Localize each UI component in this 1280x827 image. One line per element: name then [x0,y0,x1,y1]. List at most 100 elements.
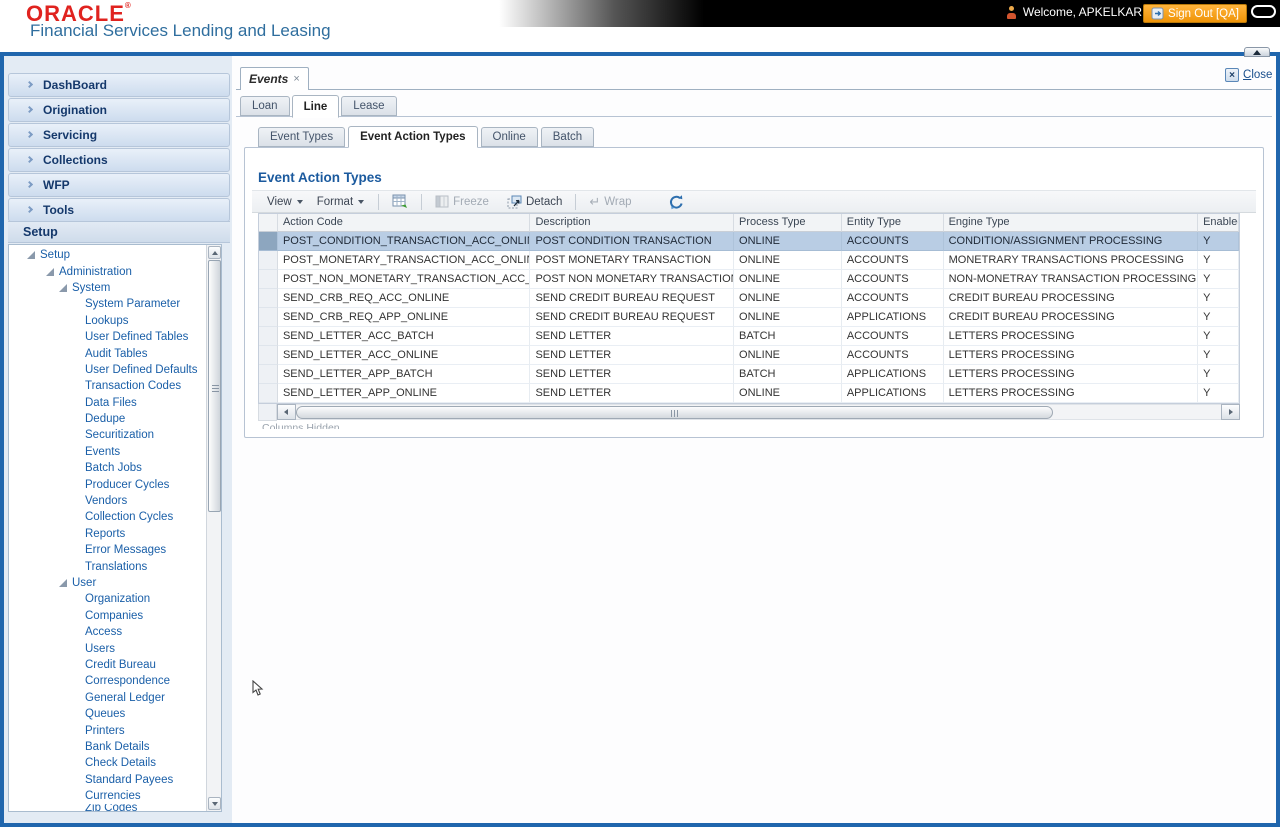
sidebar-item-servicing[interactable]: Servicing [8,123,230,147]
tree-item-dedupe[interactable]: Dedupe [9,411,205,427]
tab-close-icon[interactable]: × [293,73,299,85]
expanded-node-icon[interactable] [27,251,35,260]
tree-item-bank-details[interactable]: Bank Details [9,739,205,755]
sidebar-item-wfp[interactable]: WFP [8,173,230,197]
tree-item-companies[interactable]: Companies [9,608,205,624]
tree-item-vendors[interactable]: Vendors [9,493,205,509]
scroll-right-button[interactable] [1221,404,1240,420]
view-menu-button[interactable]: View [260,196,310,208]
tab-line[interactable]: Line [291,95,340,118]
tree-item-system-parameter[interactable]: System Parameter [9,296,205,312]
tab-batch[interactable]: Batch [540,127,595,147]
tree-item-securitization[interactable]: Securitization [9,427,205,443]
tree-item-data-files[interactable]: Data Files [9,395,205,411]
table-row-selected[interactable]: POST_CONDITION_TRANSACTION_ACC_ONLINE PO… [259,232,1239,251]
table-row[interactable]: SEND_LETTER_ACC_BATCH SEND LETTER BATCH … [259,327,1239,346]
column-header-action-code[interactable]: Action Code [277,214,531,232]
scrollbar-thumb[interactable] [295,406,1053,419]
tree-item-translations[interactable]: Translations [9,558,205,574]
detach-button[interactable]: Detach [501,195,568,209]
sidebar-item-dashboard[interactable]: DashBoard [8,73,230,97]
scroll-left-button[interactable] [276,404,296,420]
row-selector[interactable] [259,365,278,384]
row-selector[interactable] [259,384,278,403]
sidebar-item-tools[interactable]: Tools [8,198,230,222]
table-row[interactable]: POST_NON_MONETARY_TRANSACTION_ACC_ON... … [259,270,1239,289]
tree-item-batch-jobs[interactable]: Batch Jobs [9,460,205,476]
tree-item-access[interactable]: Access [9,624,205,640]
tree-item-user[interactable]: User [9,575,205,591]
row-selector[interactable] [259,346,278,365]
sidebar-item-origination[interactable]: Origination [8,98,230,122]
tree-scrollbar[interactable] [206,245,221,811]
column-header-entity-type[interactable]: Entity Type [841,214,944,232]
row-selector[interactable] [259,327,278,346]
tab-event-action-types[interactable]: Event Action Types [348,126,478,148]
expanded-node-icon[interactable] [46,267,54,276]
expanded-node-icon[interactable] [59,283,67,292]
scroll-down-button[interactable] [208,797,221,810]
wrap-button[interactable]: ↵ Wrap [583,194,637,210]
row-selector[interactable] [259,232,278,251]
tree-item-system[interactable]: System [9,280,205,296]
sidebar-item-setup[interactable]: Setup [8,221,230,243]
tree-item-user-defined-defaults[interactable]: User Defined Defaults [9,362,205,378]
tree-item-producer-cycles[interactable]: Producer Cycles [9,476,205,492]
row-selector[interactable] [259,289,278,308]
tree-item-clipped[interactable]: Zip Codes [9,804,205,811]
close-button[interactable]: × Close [1225,68,1272,82]
tab-events[interactable]: Events × [240,67,309,90]
column-header-process-type[interactable]: Process Type [734,214,842,232]
tree-item-standard-payees[interactable]: Standard Payees [9,772,205,788]
column-header-enabled[interactable]: Enabled [1198,214,1239,232]
expanded-node-icon[interactable] [59,579,67,587]
sidebar-item-collections[interactable]: Collections [8,148,230,172]
tree-item-transaction-codes[interactable]: Transaction Codes [9,378,205,394]
row-selector[interactable] [259,251,278,270]
row-selector[interactable] [259,308,278,327]
sign-out-button[interactable]: Sign Out [QA] [1143,4,1247,23]
tree-item-general-ledger[interactable]: General Ledger [9,690,205,706]
table-row[interactable]: SEND_LETTER_APP_ONLINE SEND LETTER ONLIN… [259,384,1239,403]
scrollbar-track[interactable] [295,404,1222,420]
tab-online[interactable]: Online [480,127,538,147]
row-selector[interactable] [259,270,278,289]
oval-icon[interactable] [1251,5,1276,18]
format-menu-button[interactable]: Format [310,196,371,208]
tree-item-queues[interactable]: Queues [9,706,205,722]
tree-item-setup[interactable]: Setup [9,247,205,263]
query-by-example-button[interactable] [386,194,414,209]
tree-item-credit-bureau[interactable]: Credit Bureau [9,657,205,673]
tree-item-printers[interactable]: Printers [9,722,205,738]
table-row[interactable]: SEND_CRB_REQ_ACC_ONLINE SEND CREDIT BURE… [259,289,1239,308]
tree-item-user-defined-tables[interactable]: User Defined Tables [9,329,205,345]
tree-item-events[interactable]: Events [9,444,205,460]
tree-item-reports[interactable]: Reports [9,526,205,542]
table-row[interactable]: SEND_LETTER_ACC_ONLINE SEND LETTER ONLIN… [259,346,1239,365]
tree-item-audit-tables[interactable]: Audit Tables [9,345,205,361]
tab-loan[interactable]: Loan [240,96,290,116]
freeze-button[interactable]: Freeze [429,195,495,208]
column-header-description[interactable]: Description [530,214,735,232]
tree-item-organization[interactable]: Organization [9,591,205,607]
tab-lease[interactable]: Lease [341,96,397,116]
table-row[interactable]: POST_MONETARY_TRANSACTION_ACC_ONLINE POS… [259,251,1239,270]
scroll-up-button[interactable] [208,246,221,259]
table-horizontal-scrollbar[interactable] [258,404,1240,421]
tab-event-types[interactable]: Event Types [258,127,346,147]
table-row[interactable]: SEND_CRB_REQ_APP_ONLINE SEND CREDIT BURE… [259,308,1239,327]
user-menu[interactable]: Welcome, APKELKAR [1006,5,1158,19]
tree-item-correspondence[interactable]: Correspondence [9,673,205,689]
tree-item-lookups[interactable]: Lookups [9,313,205,329]
tree-item-users[interactable]: Users [9,640,205,656]
column-header-engine-type[interactable]: Engine Type [943,214,1199,232]
table-row[interactable]: SEND_LETTER_APP_BATCH SEND LETTER BATCH … [259,365,1239,384]
tree-scrollbar-thumb[interactable] [208,260,221,512]
tree-item-check-details[interactable]: Check Details [9,755,205,771]
tree-item-collection-cycles[interactable]: Collection Cycles [9,509,205,525]
tree-item-administration[interactable]: Administration [9,263,205,279]
tree-item-error-messages[interactable]: Error Messages [9,542,205,558]
collapse-panel-button[interactable] [1244,47,1270,57]
tree-item-currencies[interactable]: Currencies [9,788,205,804]
refresh-button[interactable] [662,194,691,210]
